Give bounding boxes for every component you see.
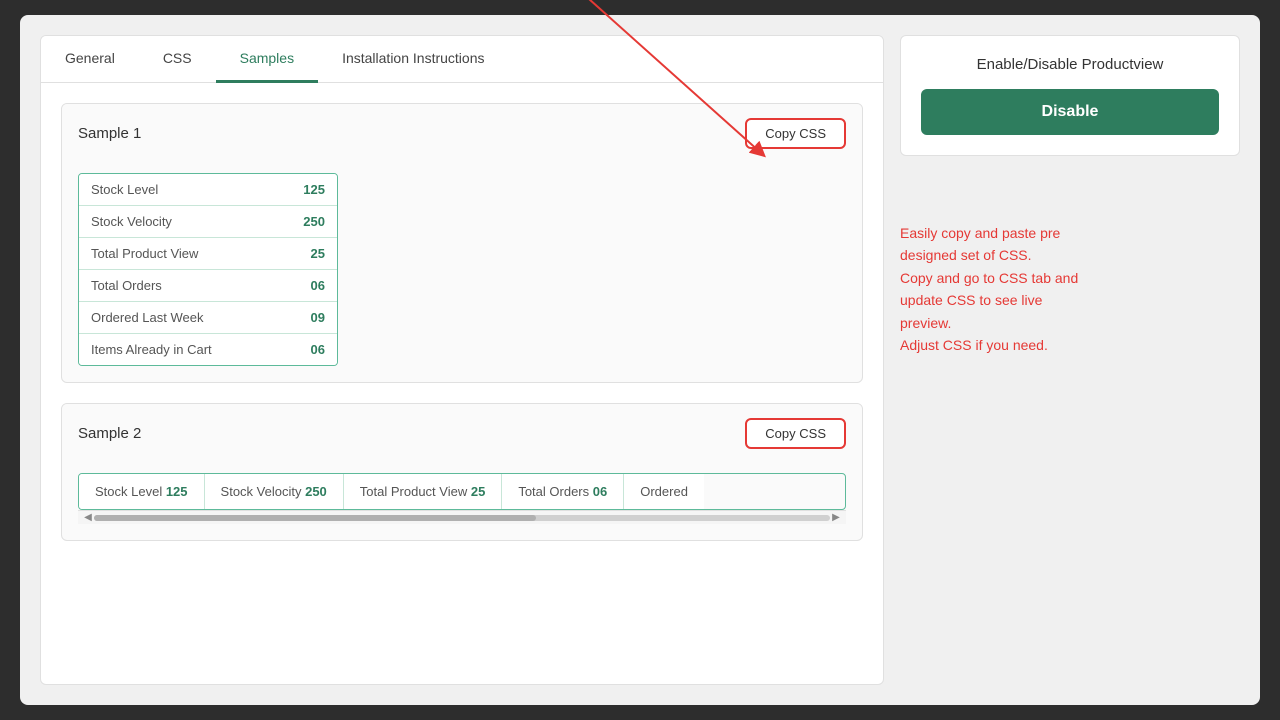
annotation-area: Easily copy and paste predesigned set of… — [900, 172, 1240, 685]
h-cell-value: 250 — [305, 484, 327, 499]
tab-css[interactable]: CSS — [139, 36, 216, 83]
scroll-left-arrow[interactable]: ◀ — [82, 512, 94, 524]
tab-samples[interactable]: Samples — [216, 36, 318, 83]
enable-disable-title: Enable/Disable Productview — [921, 56, 1219, 73]
sample1-body: Stock Level 125 Stock Velocity 250 Total… — [62, 163, 862, 382]
sample2-copy-css-button[interactable]: Copy CSS — [745, 418, 846, 449]
h-cell-label: Stock Level — [95, 484, 162, 499]
row-value: 06 — [311, 278, 325, 293]
table-row: Stock Velocity 250 — [79, 206, 337, 238]
enable-disable-card: Enable/Disable Productview Disable — [900, 35, 1240, 156]
outer-wrapper: General CSS Samples Installation Instruc… — [20, 15, 1260, 705]
main-panel: General CSS Samples Installation Instruc… — [40, 35, 884, 685]
h-cell: Stock Velocity 250 — [205, 474, 344, 509]
row-value: 250 — [303, 214, 325, 229]
row-label: Stock Velocity — [91, 214, 172, 229]
row-label: Total Orders — [91, 278, 162, 293]
sample2-body: Stock Level 125 Stock Velocity 250 Total… — [62, 463, 862, 540]
table-row: Stock Level 125 — [79, 174, 337, 206]
sample1-copy-css-button[interactable]: Copy CSS — [745, 118, 846, 149]
h-cell-value: 125 — [166, 484, 188, 499]
sample1-container: Sample 1 Copy CSS Stock Level 125 Stock … — [61, 103, 863, 383]
scrollbar-thumb[interactable] — [94, 515, 536, 521]
table-row: Total Orders 06 — [79, 270, 337, 302]
sample2-table: Stock Level 125 Stock Velocity 250 Total… — [79, 474, 845, 509]
h-cell-label: Ordered — [640, 484, 688, 499]
h-cell-label: Stock Velocity — [221, 484, 302, 499]
sample1-table: Stock Level 125 Stock Velocity 250 Total… — [78, 173, 338, 366]
right-panel: Enable/Disable Productview Disable Easil… — [900, 35, 1240, 685]
scrollbar[interactable]: ◀ ▶ — [78, 510, 846, 524]
table-row: Total Product View 25 — [79, 238, 337, 270]
h-cell-value: 25 — [471, 484, 485, 499]
row-value: 25 — [311, 246, 325, 261]
row-value: 125 — [303, 182, 325, 197]
row-label: Items Already in Cart — [91, 342, 212, 357]
h-cell: Ordered — [624, 474, 704, 509]
h-cell: Total Orders 06 — [502, 474, 624, 509]
h-cell-label: Total Orders — [518, 484, 589, 499]
sample2-container: Sample 2 Copy CSS Stock Level 125 Stock … — [61, 403, 863, 541]
row-value: 09 — [311, 310, 325, 325]
disable-button[interactable]: Disable — [921, 89, 1219, 135]
annotation-text: Easily copy and paste predesigned set of… — [900, 212, 1240, 366]
h-cell: Total Product View 25 — [344, 474, 503, 509]
sample1-title: Sample 1 — [78, 125, 141, 142]
scroll-right-arrow[interactable]: ▶ — [830, 512, 842, 524]
h-cell-label: Total Product View — [360, 484, 467, 499]
tab-general[interactable]: General — [41, 36, 139, 83]
tab-installation[interactable]: Installation Instructions — [318, 36, 508, 83]
sample2-title: Sample 2 — [78, 425, 141, 442]
row-label: Total Product View — [91, 246, 198, 261]
sample1-header: Sample 1 Copy CSS — [62, 104, 862, 163]
row-label: Ordered Last Week — [91, 310, 203, 325]
h-cell-value: 06 — [593, 484, 607, 499]
h-cell: Stock Level 125 — [79, 474, 205, 509]
table-row: Items Already in Cart 06 — [79, 334, 337, 365]
main-content: Sample 1 Copy CSS Stock Level 125 Stock … — [41, 83, 883, 581]
sample2-header: Sample 2 Copy CSS — [62, 404, 862, 463]
scrollbar-track[interactable] — [94, 515, 830, 521]
table-row: Ordered Last Week 09 — [79, 302, 337, 334]
row-label: Stock Level — [91, 182, 158, 197]
sample2-table-wrapper[interactable]: Stock Level 125 Stock Velocity 250 Total… — [78, 473, 846, 510]
tabs-bar: General CSS Samples Installation Instruc… — [41, 36, 883, 83]
row-value: 06 — [311, 342, 325, 357]
